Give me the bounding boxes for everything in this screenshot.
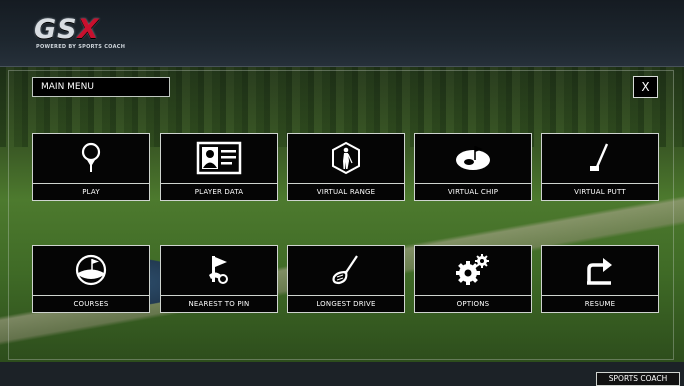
longest-drive-tile[interactable]: LONGEST DRIVE bbox=[287, 245, 405, 313]
resume-label: RESUME bbox=[542, 295, 658, 312]
putter-icon bbox=[542, 134, 658, 182]
pin-flag-icon bbox=[161, 246, 277, 294]
logo-tagline: POWERED BY SPORTS COACH bbox=[36, 44, 126, 50]
virtual-range-tile[interactable]: VIRTUAL RANGE bbox=[287, 133, 405, 201]
sports-coach-badge: SPORTS COACH bbox=[596, 372, 680, 386]
close-button[interactable]: X bbox=[633, 76, 658, 98]
menu-frame bbox=[8, 70, 674, 360]
player-data-label: PLAYER DATA bbox=[161, 183, 277, 200]
nearest-to-pin-tile[interactable]: NEAREST TO PIN bbox=[160, 245, 278, 313]
options-tile[interactable]: OPTIONS bbox=[414, 245, 532, 313]
play-label: PLAY bbox=[33, 183, 149, 200]
resume-tile[interactable]: RESUME bbox=[541, 245, 659, 313]
courses-label: COURSES bbox=[33, 295, 149, 312]
golfer-hexagon-icon bbox=[288, 134, 404, 182]
logo-text: GSX bbox=[34, 14, 100, 45]
course-globe-icon bbox=[33, 246, 149, 294]
gsx-logo: GSX POWERED BY SPORTS COACH bbox=[34, 14, 134, 58]
gears-icon bbox=[415, 246, 531, 294]
courses-tile[interactable]: COURSES bbox=[32, 245, 150, 313]
footer-bar bbox=[0, 362, 684, 386]
virtual-putt-label: VIRTUAL PUTT bbox=[542, 183, 658, 200]
app-window: GSX POWERED BY SPORTS COACH MAIN MENU X … bbox=[0, 0, 684, 386]
brand-bar: GSX POWERED BY SPORTS COACH bbox=[0, 0, 684, 67]
virtual-range-label: VIRTUAL RANGE bbox=[288, 183, 404, 200]
virtual-chip-tile[interactable]: VIRTUAL CHIP bbox=[414, 133, 532, 201]
virtual-putt-tile[interactable]: VIRTUAL PUTT bbox=[541, 133, 659, 201]
longest-drive-label: LONGEST DRIVE bbox=[288, 295, 404, 312]
options-label: OPTIONS bbox=[415, 295, 531, 312]
virtual-chip-label: VIRTUAL CHIP bbox=[415, 183, 531, 200]
driver-club-icon bbox=[288, 246, 404, 294]
nearest-to-pin-label: NEAREST TO PIN bbox=[161, 295, 277, 312]
menu-title: MAIN MENU bbox=[32, 77, 170, 97]
golf-ball-on-tee-icon bbox=[33, 134, 149, 182]
green-flag-icon bbox=[415, 134, 531, 182]
resume-arrow-icon bbox=[542, 246, 658, 294]
play-tile[interactable]: PLAY bbox=[32, 133, 150, 201]
player-data-tile[interactable]: PLAYER DATA bbox=[160, 133, 278, 201]
id-card-icon bbox=[161, 134, 277, 182]
